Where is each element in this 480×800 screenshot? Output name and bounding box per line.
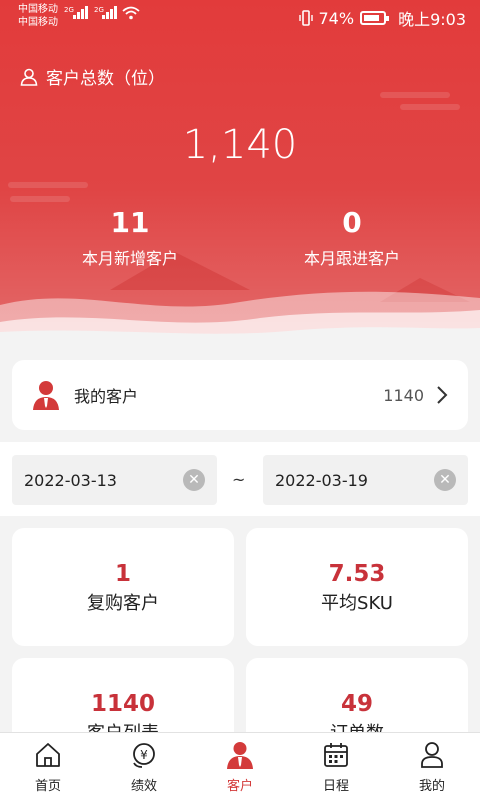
date-range-bar: 2022-03-13 ✕ ~ 2022-03-19 ✕: [0, 442, 480, 516]
start-date-input[interactable]: 2022-03-13 ✕: [12, 455, 217, 505]
carrier-2: 中国移动: [18, 17, 58, 28]
start-date-value: 2022-03-13: [24, 470, 117, 490]
tab-label: 首页: [34, 779, 61, 794]
bottom-tab-bar: 首页 ¥ 绩效 客户 日程 我的: [0, 732, 480, 800]
clear-end-date-icon[interactable]: ✕: [434, 469, 456, 491]
customer-icon: [227, 742, 253, 769]
metric-card-average-sku[interactable]: 7.53 平均SKU: [246, 528, 468, 646]
profile-icon: [421, 742, 443, 768]
customer-total-label: 客户总数（位）: [46, 69, 165, 89]
new-customers-count: 11: [110, 206, 150, 239]
battery-icon: [360, 11, 390, 25]
my-customers-count: 1140: [383, 385, 424, 405]
performance-icon: ¥: [133, 743, 155, 768]
tab-profile[interactable]: 我的: [384, 733, 480, 800]
followed-customers-label: 本月跟进客户: [303, 249, 400, 268]
tab-label: 绩效: [130, 779, 157, 794]
metric-value: 7.53: [328, 561, 386, 587]
calendar-icon: [324, 743, 348, 767]
tab-label: 我的: [418, 779, 445, 794]
customer-avatar-icon: [33, 381, 59, 410]
tab-customer[interactable]: 客户: [192, 733, 288, 800]
new-customers-label: 本月新增客户: [81, 249, 178, 268]
carrier-info: 中国移动 中国移动: [18, 3, 58, 29]
status-bar: 中国移动 中国移动 2G 2G 74% 晚上9:03: [0, 0, 480, 34]
metric-label: 平均SKU: [321, 593, 393, 614]
svg-text:¥: ¥: [140, 748, 148, 762]
header-banner: 中国移动 中国移动 2G 2G 74% 晚上9:03 客户总数（位） 1,140…: [0, 0, 480, 345]
tab-schedule[interactable]: 日程: [288, 733, 384, 800]
cloud-decoration: [8, 182, 88, 188]
customer-total-title: 客户总数（位）: [20, 64, 165, 89]
metric-value: 49: [340, 691, 373, 717]
end-date-input[interactable]: 2022-03-19 ✕: [263, 455, 468, 505]
cloud-decoration: [400, 104, 460, 110]
signal-icon: [102, 6, 117, 19]
my-customers-row[interactable]: 我的客户 1140: [12, 360, 468, 430]
my-customers-label: 我的客户: [74, 387, 139, 406]
metric-label: 复购客户: [87, 593, 159, 614]
metric-card-repeat-customers[interactable]: 1 复购客户: [12, 528, 234, 646]
followed-customers-count: 0: [342, 206, 362, 239]
tab-home[interactable]: 首页: [0, 733, 96, 800]
end-date-value: 2022-03-19: [275, 470, 368, 490]
cloud-decoration: [10, 196, 70, 202]
date-separator: ~: [232, 470, 246, 489]
tab-label: 日程: [322, 779, 349, 794]
signal-icon: [73, 6, 88, 19]
chevron-right-icon: [437, 386, 448, 404]
followed-customers-stat: 0 本月跟进客户: [252, 206, 452, 269]
vibrate-icon: [298, 10, 313, 26]
new-customers-stat: 11 本月新增客户: [30, 206, 230, 269]
tab-label: 客户: [226, 779, 253, 794]
tab-performance[interactable]: ¥ 绩效: [96, 733, 192, 800]
metric-value: 1: [114, 561, 131, 587]
wifi-icon: [122, 6, 140, 20]
carrier-1: 中国移动: [18, 4, 58, 15]
metric-value: 1140: [90, 691, 155, 717]
home-icon: [36, 743, 60, 767]
clock: 晚上9:03: [398, 10, 466, 29]
person-outline-icon: [20, 68, 38, 86]
customer-total-value: 1,140: [182, 122, 298, 168]
cloud-decoration: [380, 92, 450, 98]
clear-start-date-icon[interactable]: ✕: [183, 469, 205, 491]
status-right: 74% 晚上9:03: [298, 6, 466, 30]
battery-percent: 74%: [318, 8, 355, 28]
